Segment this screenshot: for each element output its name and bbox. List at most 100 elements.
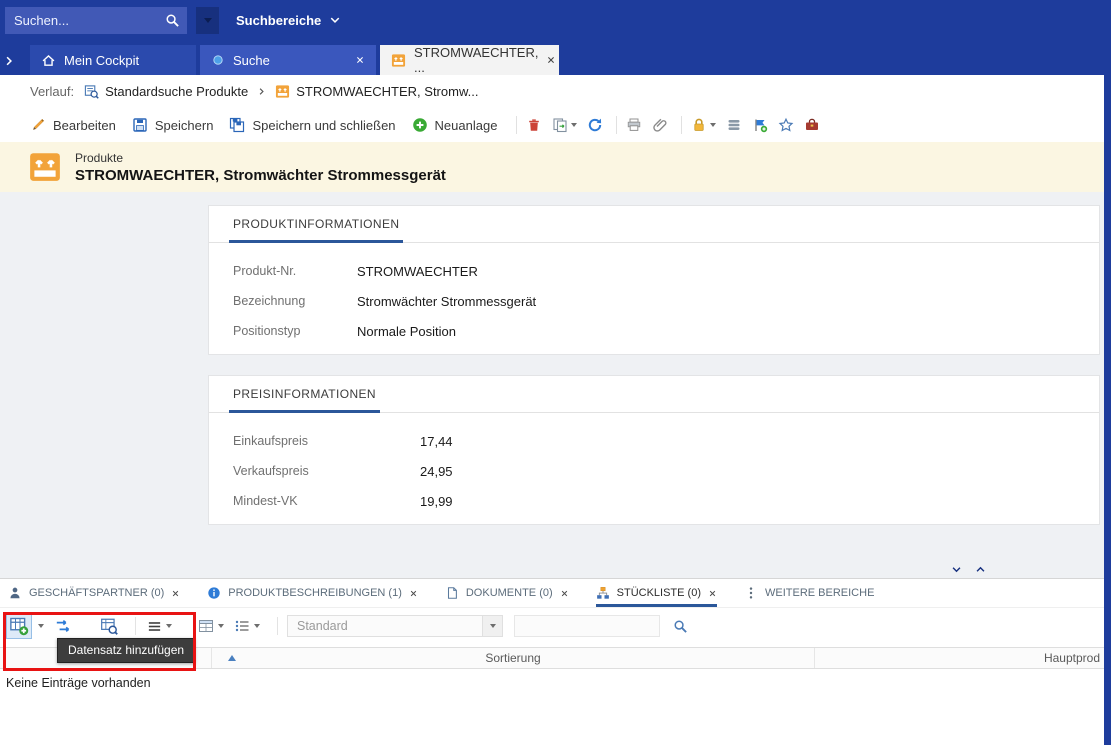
field-value: Normale Position [357, 324, 456, 339]
card-tab-title[interactable]: PRODUKTINFORMATIONEN [229, 217, 403, 243]
view-list-button[interactable] [232, 616, 262, 636]
close-icon[interactable] [171, 589, 180, 598]
search-icon[interactable] [165, 13, 180, 28]
new-record-label: Neuanlage [435, 118, 498, 133]
breadcrumb-item-record[interactable]: STROMWAECHTER, Stromw... [275, 84, 478, 99]
add-record-button[interactable] [6, 613, 32, 639]
view-select[interactable]: Standard [287, 615, 503, 637]
close-icon[interactable] [355, 55, 365, 65]
attachment-button[interactable] [652, 117, 668, 133]
search-options-caret-icon [204, 18, 212, 23]
tab-scroll-left-icon[interactable] [3, 55, 15, 67]
tab-stromwaechter[interactable]: STROMWAECHTER, ... [380, 45, 559, 75]
save-and-close-button[interactable]: Speichern und schließen [229, 117, 395, 133]
column-header-sortierung[interactable]: Sortierung [212, 648, 815, 668]
close-icon[interactable] [560, 589, 569, 598]
dropdown-caret-icon [254, 624, 260, 628]
product-box-icon [28, 150, 62, 184]
column-header-hauptprodukt[interactable]: Hauptprod [815, 648, 1104, 668]
view-grid-icon [198, 618, 214, 634]
record-dot-icon [211, 53, 225, 67]
view-select-value: Standard [297, 619, 348, 633]
record-header-text: Produkte STROMWAECHTER, Stromwächter Str… [75, 151, 446, 184]
breadcrumb-label: Verlauf: [30, 84, 74, 99]
dropdown-caret-icon [571, 123, 577, 127]
search-in-list-button[interactable] [98, 615, 120, 637]
field-value: 17,44 [420, 434, 453, 449]
field-value: 19,99 [420, 494, 453, 509]
card-header: PRODUKTINFORMATIONEN [209, 206, 1099, 243]
collapse-panel-icon[interactable] [951, 564, 962, 575]
copy-icon [552, 117, 568, 133]
field-value: 24,95 [420, 464, 453, 479]
tab-suche[interactable]: Suche [200, 45, 376, 75]
field-row: Verkaufspreis 24,95 [233, 456, 1099, 486]
favorite-button[interactable] [778, 117, 794, 133]
save-button[interactable]: Speichern [132, 117, 214, 133]
dropdown-caret-icon[interactable] [38, 624, 44, 628]
field-row: Mindest-VK 19,99 [233, 486, 1099, 516]
save-icon [132, 117, 148, 133]
card-tab-title[interactable]: PREISINFORMATIONEN [229, 387, 380, 413]
field-label: Positionstyp [233, 324, 357, 338]
panel-resize-controls [951, 564, 986, 575]
search-options-button[interactable] [196, 7, 219, 34]
edit-button[interactable]: Bearbeiten [30, 117, 116, 133]
edit-label: Bearbeiten [53, 118, 116, 133]
card-body: Produkt-Nr. STROMWAECHTER Bezeichnung St… [209, 243, 1099, 346]
expand-panel-icon[interactable] [975, 564, 986, 575]
tab-stueckliste[interactable]: STÜCKLISTE (0) [596, 579, 717, 607]
global-search-box[interactable] [5, 7, 187, 34]
view-select-dropdown-button[interactable] [482, 616, 502, 636]
lock-icon [691, 117, 707, 133]
flag-add-button[interactable] [752, 117, 768, 133]
tab-label: Suche [233, 53, 270, 68]
search-scopes-button[interactable]: Suchbereiche [236, 13, 341, 28]
delete-button[interactable] [526, 117, 542, 133]
pencil-icon [30, 117, 46, 133]
tab-produktbeschreibungen[interactable]: PRODUKTBESCHREIBUNGEN (1) [207, 579, 418, 607]
permissions-button[interactable] [691, 117, 716, 133]
record-toolbar: Bearbeiten Speichern Speichern und schli… [0, 108, 1104, 142]
save-and-close-label: Speichern und schließen [252, 118, 395, 133]
new-record-button[interactable]: Neuanlage [412, 117, 498, 133]
tab-mein-cockpit[interactable]: Mein Cockpit [30, 45, 196, 75]
refresh-button[interactable] [587, 117, 603, 133]
tools-button[interactable] [804, 117, 820, 133]
home-icon [41, 53, 56, 68]
field-row: Produkt-Nr. STROMWAECHTER [233, 256, 1099, 286]
close-icon[interactable] [409, 589, 418, 598]
breadcrumb-item-label: STROMWAECHTER, Stromw... [296, 84, 478, 99]
top-bar: Suchbereiche [0, 0, 1111, 40]
field-row: Einkaufspreis 17,44 [233, 426, 1099, 456]
search-icon[interactable] [673, 619, 688, 634]
related-records-panel: GESCHÄFTSPARTNER (0) PRODUKTBESCHREIBUNG… [0, 578, 1104, 745]
chevron-down-icon [329, 14, 341, 26]
copy-button[interactable] [552, 117, 577, 133]
close-icon[interactable] [708, 589, 717, 598]
breadcrumb-item-standardsuche[interactable]: Standardsuche Produkte [84, 84, 248, 99]
record-category: Produkte [75, 151, 446, 165]
search-scopes-label: Suchbereiche [236, 13, 321, 28]
tab-dokumente[interactable]: DOKUMENTE (0) [445, 579, 569, 607]
toolbar-separator [516, 116, 517, 134]
table-search-icon [100, 617, 118, 635]
transfer-button[interactable] [52, 615, 74, 637]
close-icon[interactable] [546, 55, 556, 65]
chevron-right-icon [257, 87, 266, 96]
list-menu-button[interactable] [145, 617, 174, 636]
toolbar-separator [277, 617, 278, 635]
paperclip-icon [652, 117, 668, 133]
dropdown-caret-icon [710, 123, 716, 127]
view-grid-button[interactable] [196, 616, 226, 636]
tab-weitere-bereiche[interactable]: WEITERE BEREICHE [744, 579, 874, 607]
window-edge-strip [1104, 75, 1111, 745]
view-list-icon [234, 618, 250, 634]
breadcrumb-item-label: Standardsuche Produkte [105, 84, 248, 99]
print-button[interactable] [626, 117, 642, 133]
global-search-input[interactable] [14, 13, 165, 28]
queue-button[interactable] [726, 117, 742, 133]
sort-ascending-icon[interactable] [228, 655, 236, 661]
list-filter-input[interactable] [514, 615, 660, 637]
tab-geschaeftspartner[interactable]: GESCHÄFTSPARTNER (0) [8, 579, 180, 607]
